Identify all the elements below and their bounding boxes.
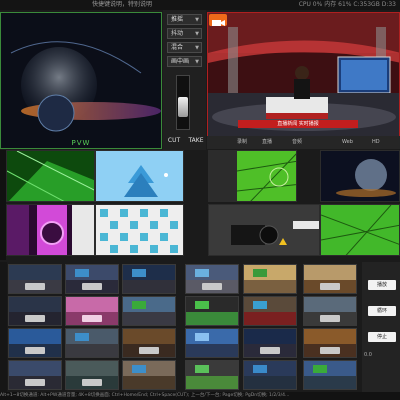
library-side-strip [0, 262, 7, 400]
source-8-graphic [321, 205, 399, 255]
source-1-graphic [7, 151, 94, 201]
scene-thumb[interactable] [243, 328, 297, 358]
preview-label: PVW [71, 139, 91, 147]
scene-thumb[interactable] [8, 264, 62, 294]
source-6-graphic [96, 205, 183, 255]
transition-menu-push[interactable]: 推摇 ▼ [167, 14, 202, 25]
scene-thumb[interactable] [122, 296, 176, 326]
source-5-graphic [7, 205, 94, 255]
scene-thumb[interactable] [303, 296, 357, 326]
audio-toggle[interactable]: 音频 [292, 136, 302, 149]
chevron-down-icon: ▼ [195, 45, 199, 51]
record-toggle[interactable]: 录制 [237, 136, 247, 149]
play-button[interactable]: 播放 [368, 280, 396, 290]
value-readout: 0.0 [364, 352, 372, 358]
scene-thumb[interactable] [303, 328, 357, 358]
source-3[interactable] [208, 150, 297, 202]
scene-thumb[interactable] [243, 360, 297, 390]
source-4-graphic [321, 151, 399, 201]
scene-thumb[interactable] [185, 264, 239, 294]
take-button[interactable]: TAKE [185, 136, 207, 146]
scene-thumb[interactable] [122, 360, 176, 390]
scene-thumb[interactable] [243, 264, 297, 294]
t-bar-slider[interactable] [176, 75, 190, 130]
top-status-bar: 快捷键说明，特别说明 CPU 0% 内存 61% C:353GB D:33 [0, 0, 400, 10]
source-5[interactable] [6, 204, 95, 256]
library-control-panel: 播放 循环 停止 0.0 [362, 262, 400, 396]
transition-menu-mix[interactable]: 混合 ▼ [167, 42, 202, 53]
transition-menu-shake[interactable]: 抖动 ▼ [167, 28, 202, 39]
source-7[interactable] [208, 204, 320, 256]
source-7-graphic [209, 205, 319, 255]
hotkey-status-bar: Alt+1~8切换通道: Alt+PW通道音量; 4K+8切换画面; Ctrl+… [0, 392, 400, 400]
scene-thumb[interactable] [185, 296, 239, 326]
system-stats: CPU 0% 内存 61% C:353GB D:33 [298, 1, 396, 8]
program-toolbar: 录制 直播 音频 Web HD [207, 136, 400, 149]
scene-thumb[interactable] [65, 328, 119, 358]
source-3-graphic [209, 151, 296, 201]
scene-thumb[interactable] [185, 328, 239, 358]
scene-thumb[interactable] [303, 360, 357, 390]
scene-thumb[interactable] [65, 360, 119, 390]
menu-label: 混合 [171, 44, 184, 51]
scene-thumb[interactable] [122, 264, 176, 294]
scene-thumb[interactable] [122, 328, 176, 358]
transition-menu-pip[interactable]: 画中画 ▼ [167, 56, 202, 67]
source-1[interactable] [6, 150, 95, 202]
top-notice[interactable]: 快捷键说明，特别说明 [92, 0, 152, 10]
hd-toggle[interactable]: HD [372, 136, 380, 149]
scene-thumb[interactable] [65, 264, 119, 294]
web-toggle[interactable]: Web [342, 136, 353, 149]
stream-toggle[interactable]: 直播 [262, 136, 272, 149]
menu-label: 抖动 [171, 30, 184, 37]
source-6[interactable] [95, 204, 184, 256]
scene-thumb[interactable] [8, 296, 62, 326]
t-bar-handle[interactable] [178, 97, 188, 117]
camera-icon [212, 20, 225, 26]
chevron-down-icon: ▼ [195, 59, 199, 65]
menu-label: 推摇 [171, 16, 184, 23]
source-2[interactable] [95, 150, 184, 202]
program-monitor[interactable]: 直播新闻 实时播报 [207, 12, 400, 149]
chevron-down-icon: ▼ [195, 31, 199, 37]
scene-thumb[interactable] [65, 296, 119, 326]
source-2-graphic [96, 151, 183, 201]
preview-monitor[interactable]: PVW [0, 12, 162, 149]
scene-thumb[interactable] [185, 360, 239, 390]
loop-button[interactable]: 循环 [368, 306, 396, 316]
stop-button[interactable]: 停止 [368, 332, 396, 342]
program-ticker: 直播新闻 实时播报 [238, 120, 358, 128]
scene-thumb[interactable] [303, 264, 357, 294]
source-4[interactable] [320, 150, 400, 202]
source-8[interactable] [320, 204, 400, 256]
scene-thumb[interactable] [8, 328, 62, 358]
scene-thumb[interactable] [243, 296, 297, 326]
menu-label: 画中画 [171, 58, 190, 65]
preview-graphic [1, 13, 161, 148]
chevron-down-icon: ▼ [195, 17, 199, 23]
cut-button[interactable]: CUT [165, 136, 183, 146]
program-studio-scene [208, 13, 399, 137]
scene-thumb[interactable] [8, 360, 62, 390]
program-logo [209, 14, 227, 26]
